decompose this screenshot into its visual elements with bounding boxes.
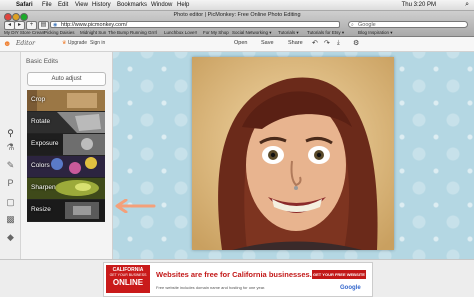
- editor-topbar: ☻ Editor ♛ Upgrade Sign in Open Save Sha…: [0, 37, 474, 52]
- ad-subtext: Free website includes domain name and ho…: [156, 285, 266, 290]
- save-button[interactable]: Save: [261, 40, 274, 46]
- tool-crop[interactable]: Crop: [27, 90, 105, 112]
- crown-icon: ♛: [62, 40, 67, 46]
- bookmarks-bar: My DIY Store Cream Picking Daisies Midni…: [0, 29, 474, 36]
- menubar-clock[interactable]: Thu 3:20 PM: [402, 0, 436, 10]
- frame-icon[interactable]: ▢: [5, 197, 16, 208]
- bookmark-item[interactable]: Running Grrrl: [130, 29, 157, 36]
- photo[interactable]: [192, 57, 394, 250]
- bookmark-item[interactable]: Tutorials ▾: [278, 29, 299, 36]
- menu-bookmarks[interactable]: Bookmarks: [117, 0, 147, 10]
- ad-strip: CALIFORNIA GET YOUR BUSINESS ONLINE Webs…: [0, 259, 474, 297]
- menu-bar: Safari File Edit View History Bookmarks …: [0, 0, 474, 11]
- settings-gear-icon[interactable]: ⚙: [353, 39, 359, 47]
- tool-exposure[interactable]: Exposure: [27, 134, 105, 156]
- tool-label: Rotate: [31, 118, 51, 125]
- text-icon[interactable]: P: [5, 178, 16, 188]
- globe-icon: ◉: [53, 22, 58, 28]
- menu-app-name[interactable]: Safari: [16, 0, 33, 10]
- tool-label: Crop: [31, 96, 46, 103]
- brush-icon[interactable]: ✎: [5, 160, 16, 171]
- upgrade-label: Upgrade: [67, 40, 88, 46]
- tool-label: Exposure: [31, 140, 59, 147]
- photo-canvas[interactable]: [113, 52, 474, 259]
- auto-adjust-button[interactable]: Auto adjust: [27, 72, 106, 86]
- textures-icon[interactable]: ▩: [5, 214, 16, 225]
- menu-edit[interactable]: Edit: [58, 0, 68, 10]
- redo-icon[interactable]: ↷: [324, 39, 330, 47]
- tool-sharpen[interactable]: Sharpen: [27, 178, 105, 200]
- menu-history[interactable]: History: [92, 0, 111, 10]
- diamond-icon[interactable]: ◆: [5, 232, 16, 243]
- menu-file[interactable]: File: [42, 0, 52, 10]
- menu-view[interactable]: View: [75, 0, 88, 10]
- address-bar[interactable]: ◉ http://www.picmonkey.com/: [50, 21, 340, 28]
- bookmark-item[interactable]: My DIY Store Cream: [4, 29, 45, 36]
- tool-label: Colors: [31, 162, 50, 169]
- monkey-icon: ☻: [3, 39, 12, 48]
- ad-cta-button[interactable]: GET YOUR FREE WEBSITE ▸: [312, 270, 366, 286]
- bookmark-item[interactable]: Midnight Sun: [80, 29, 106, 36]
- menu-window[interactable]: Window: [151, 0, 172, 10]
- ad-headline: Websites are free for California busines…: [156, 270, 312, 279]
- google-logo: Google: [340, 285, 361, 291]
- search-placeholder: Google: [358, 22, 376, 28]
- bookmark-item[interactable]: Lunchbox Love!!: [164, 29, 197, 36]
- bookmark-item[interactable]: Social Networking ▾: [232, 29, 272, 36]
- banner-ad[interactable]: CALIFORNIA GET YOUR BUSINESS ONLINE Webs…: [103, 262, 373, 297]
- tool-rotate[interactable]: Rotate: [27, 112, 105, 134]
- tool-colors[interactable]: Colors: [27, 156, 105, 178]
- basic-edits-icon[interactable]: ⚲: [5, 128, 16, 139]
- share-button[interactable]: Share: [288, 40, 303, 46]
- tool-category-rail: ⚲ ⚗ ✎ P ▢ ▩ ◆: [0, 52, 21, 259]
- undo-icon[interactable]: ↶: [312, 39, 318, 47]
- ad-logo: CALIFORNIA GET YOUR BUSINESS ONLINE: [106, 265, 150, 293]
- edit-sidebar: ⚲ ⚗ ✎ P ▢ ▩ ◆ Basic Edits Auto adjust Cr…: [0, 52, 113, 259]
- bookmark-item[interactable]: The Bump: [108, 29, 129, 36]
- search-input[interactable]: ⌕ Google: [348, 21, 468, 28]
- picmonkey-logo[interactable]: ☻ Editor: [3, 39, 35, 48]
- panel-title: Basic Edits: [26, 58, 59, 65]
- pointer-arrow-annotation: [115, 199, 156, 213]
- portrait-photo: [192, 57, 394, 250]
- bookmark-item[interactable]: Picking Daisies: [44, 29, 75, 36]
- tool-resize[interactable]: Resize: [27, 200, 105, 222]
- bookmark-item[interactable]: For My Shop: [203, 29, 229, 36]
- window-title: Photo editor | PicMonkey: Free Online Ph…: [173, 12, 301, 18]
- bookmark-item[interactable]: Tutorials for Etsy ▾: [307, 29, 344, 36]
- tool-label: Sharpen: [31, 184, 56, 191]
- wand-icon[interactable]: ⚗: [5, 142, 16, 153]
- editor-app: ☻ Editor ♛ Upgrade Sign in Open Save Sha…: [0, 37, 474, 259]
- ad-logo-line2: GET YOUR BUSINESS: [109, 273, 147, 277]
- address-text: http://www.picmonkey.com/: [61, 22, 128, 28]
- browser-toolbar: Photo editor | PicMonkey: Free Online Ph…: [0, 11, 474, 37]
- sign-in-link[interactable]: Sign in: [90, 40, 105, 46]
- ad-logo-line3: ONLINE: [112, 278, 144, 287]
- logo-text: Editor: [16, 40, 36, 47]
- menu-help[interactable]: Help: [177, 0, 189, 10]
- upgrade-link[interactable]: ♛ Upgrade: [62, 40, 87, 46]
- revert-icon[interactable]: ⤓: [337, 40, 340, 47]
- open-button[interactable]: Open: [234, 40, 247, 46]
- tool-label: Resize: [31, 206, 51, 213]
- spotlight-icon[interactable]: ⌕: [465, 0, 469, 10]
- search-icon: ⌕: [351, 22, 354, 28]
- bookmark-item[interactable]: Blog Inspiration ▾: [358, 29, 393, 36]
